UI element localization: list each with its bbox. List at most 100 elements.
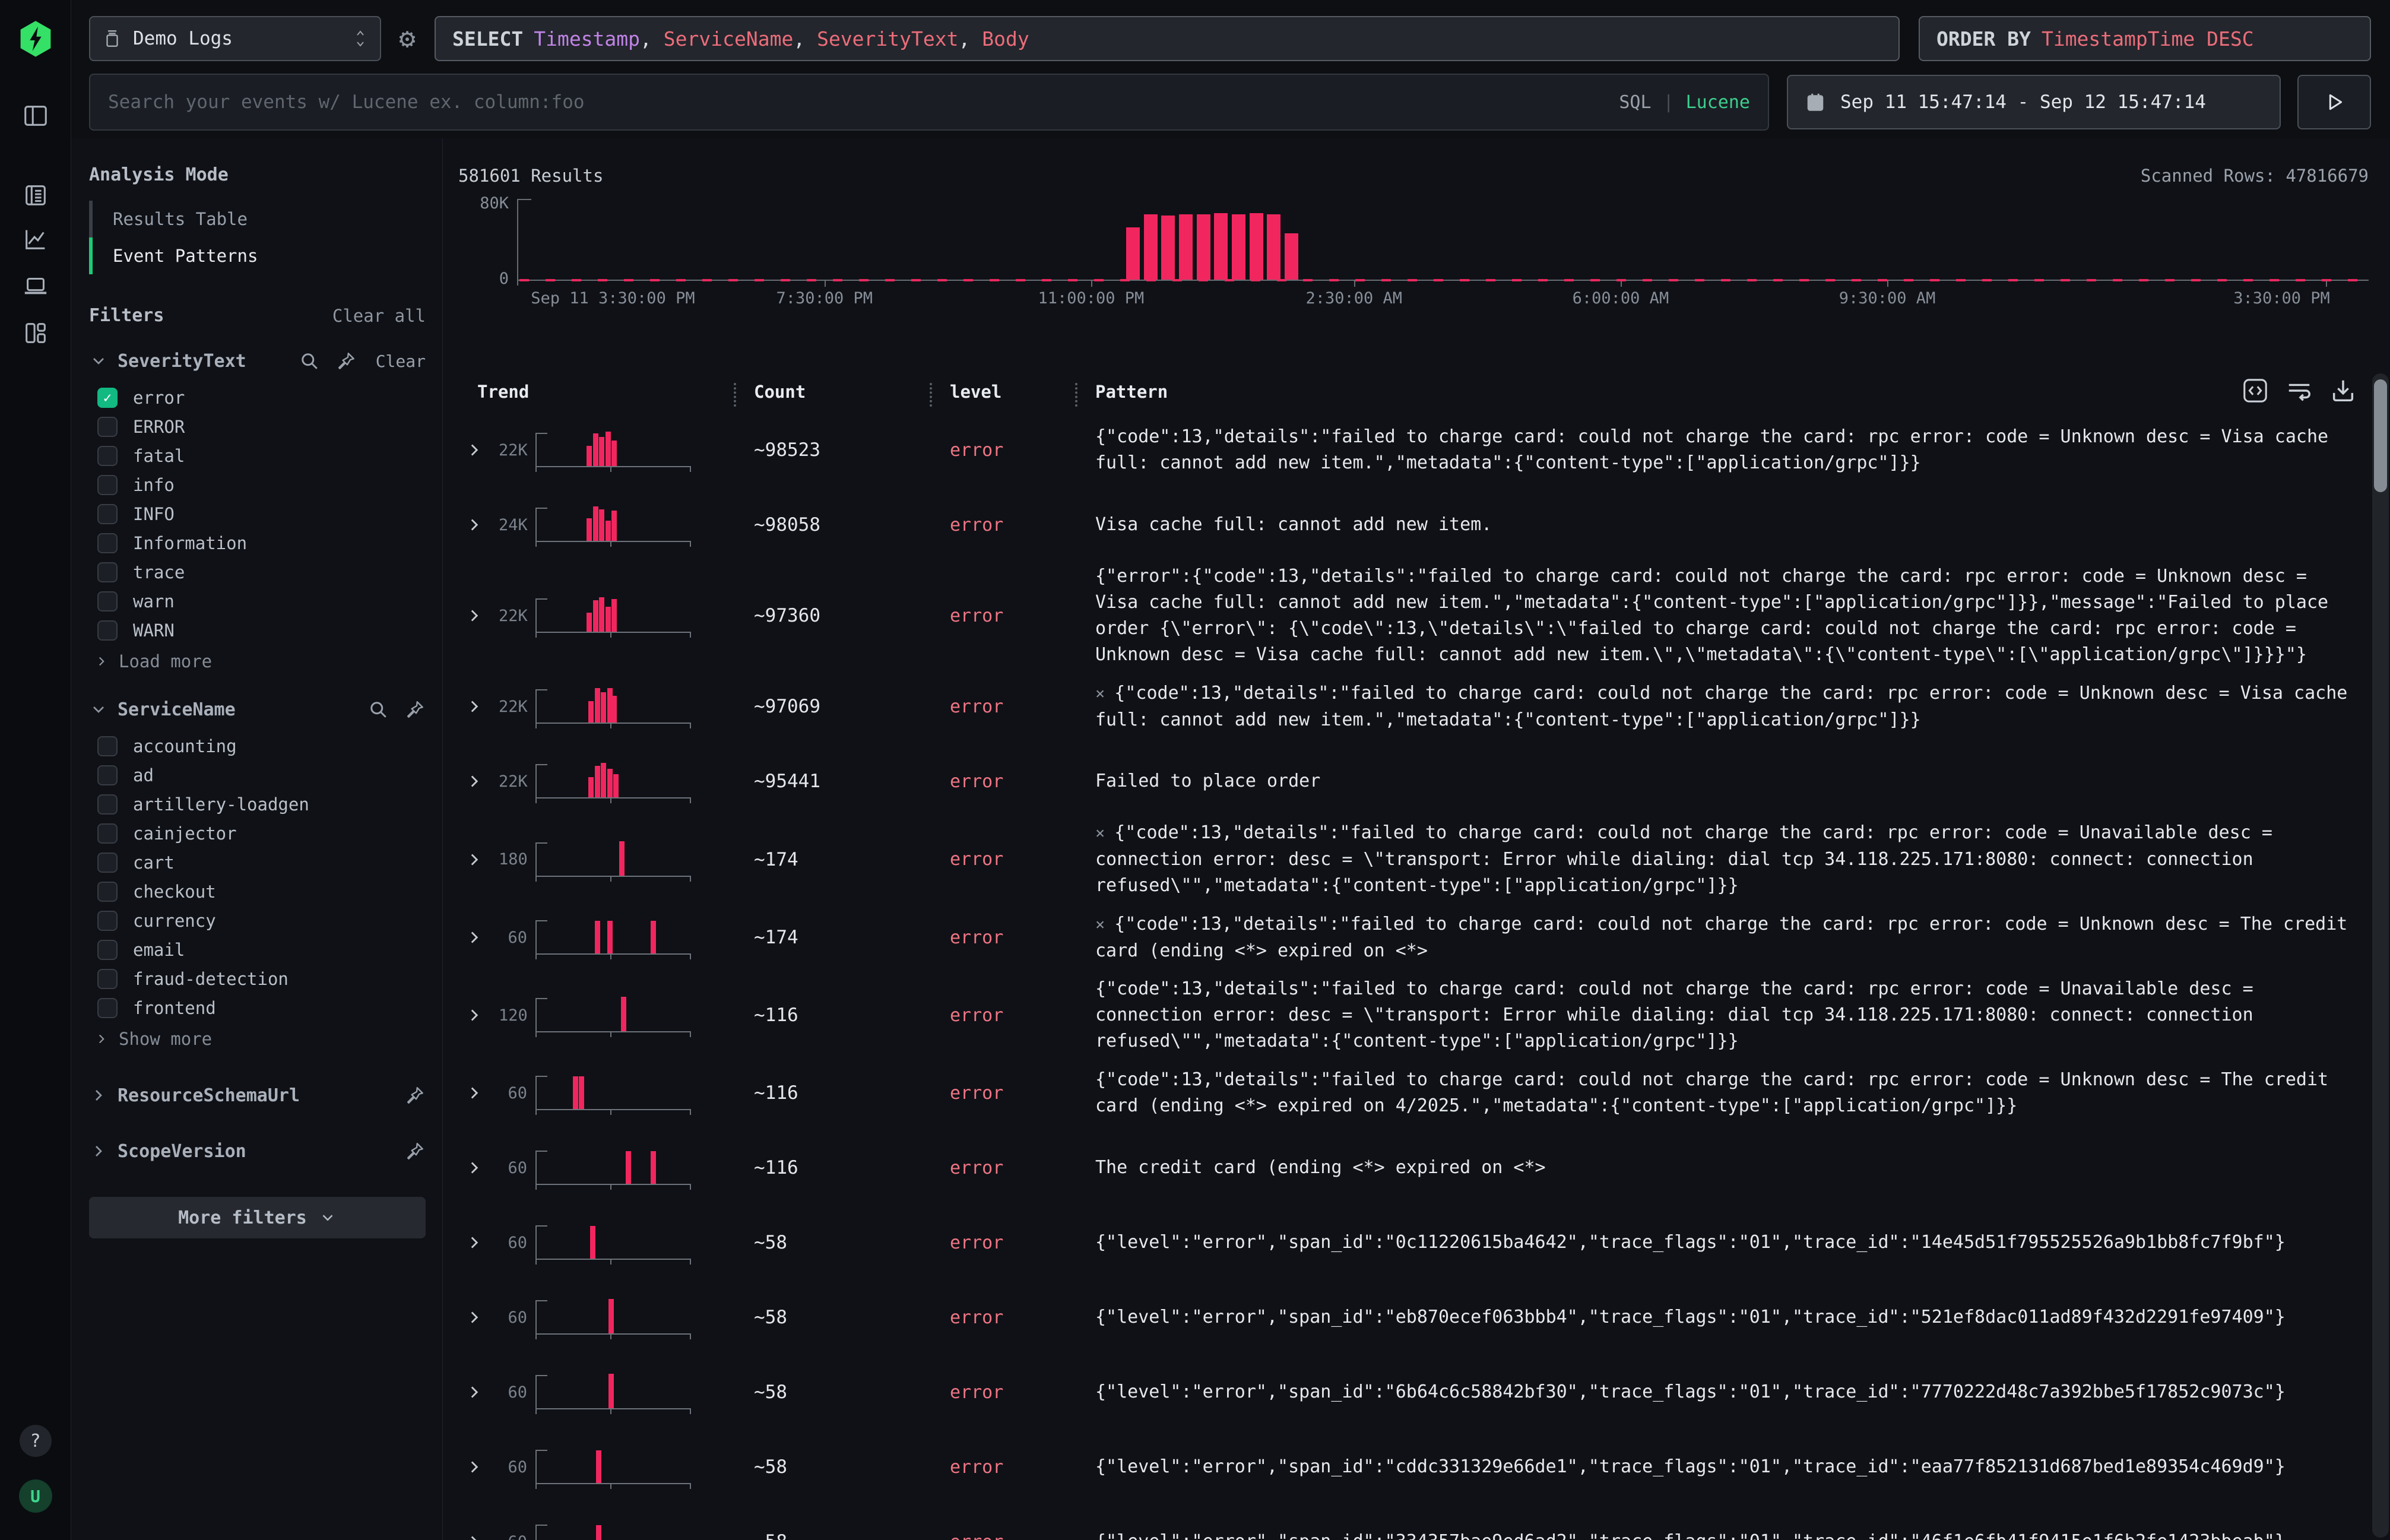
filter-option-error[interactable]: ✓error <box>89 383 426 412</box>
expand-row-icon[interactable] <box>464 850 484 870</box>
load-more-button[interactable]: Load more <box>89 648 426 674</box>
pattern-row[interactable]: 60~58error{"level":"error","span_id":"33… <box>443 1504 2366 1540</box>
pattern-row[interactable]: 120~116error{"code":13,"details":"failed… <box>443 975 2366 1056</box>
filter-group-header[interactable]: SeverityTextClear <box>89 348 426 373</box>
filter-option-currency[interactable]: currency <box>89 906 426 935</box>
expand-row-icon[interactable] <box>464 927 484 948</box>
filter-option-artillery-loadgen[interactable]: artillery-loadgen <box>89 790 426 819</box>
checkbox[interactable] <box>97 940 118 960</box>
pin-icon[interactable] <box>404 699 426 720</box>
pin-icon[interactable] <box>335 350 357 372</box>
more-filters-button[interactable]: More filters <box>89 1197 426 1238</box>
filter-option-error[interactable]: ERROR <box>89 412 426 441</box>
filter-option-info[interactable]: INFO <box>89 499 426 528</box>
pattern-row[interactable]: 180~174error×{"code":13,"details":"faile… <box>443 819 2366 900</box>
filter-option-info[interactable]: info <box>89 470 426 499</box>
filter-option-cainjector[interactable]: cainjector <box>89 819 426 848</box>
checkbox[interactable] <box>97 533 118 553</box>
filter-option-trace[interactable]: trace <box>89 557 426 587</box>
expand-row-icon[interactable] <box>464 515 484 535</box>
filter-option-checkout[interactable]: checkout <box>89 877 426 906</box>
dismiss-icon[interactable]: × <box>1095 685 1105 703</box>
clear-all-filters-button[interactable]: Clear all <box>332 306 426 326</box>
chart-icon[interactable] <box>22 226 49 253</box>
pattern-row[interactable]: 60~58error{"level":"error","span_id":"eb… <box>443 1280 2366 1355</box>
checkbox[interactable] <box>97 882 118 902</box>
filter-group-header[interactable]: ServiceName <box>89 697 426 722</box>
source-select[interactable]: Demo Logs <box>89 16 381 61</box>
show-more-button[interactable]: Show more <box>89 1026 426 1052</box>
filter-group-header[interactable]: ScopeVersion <box>89 1139 426 1164</box>
pin-icon[interactable] <box>404 1085 426 1106</box>
pattern-row[interactable]: 22K~97069error×{"code":13,"details":"fai… <box>443 669 2366 744</box>
expand-row-icon[interactable] <box>464 1307 484 1327</box>
logs-icon[interactable] <box>22 182 49 209</box>
search-icon[interactable] <box>367 699 389 720</box>
mode-sql-toggle[interactable]: SQL <box>1619 92 1651 113</box>
search-icon[interactable] <box>299 350 320 372</box>
checkbox[interactable] <box>97 417 118 437</box>
checkbox[interactable] <box>97 446 118 466</box>
dashboards-icon[interactable] <box>22 319 49 347</box>
checkbox[interactable] <box>97 823 118 844</box>
sidebar-toggle-icon[interactable] <box>22 102 49 129</box>
checkbox[interactable] <box>97 794 118 815</box>
chevron-down-icon[interactable] <box>89 351 108 370</box>
filter-group-header[interactable]: ResourceSchemaUrl <box>89 1083 426 1108</box>
pattern-row[interactable]: 24K~98058errorVisa cache full: cannot ad… <box>443 487 2366 562</box>
checkbox[interactable] <box>97 736 118 756</box>
expand-row-icon[interactable] <box>464 440 484 460</box>
app-logo-icon[interactable] <box>18 20 53 58</box>
checkbox[interactable] <box>97 998 118 1018</box>
pattern-row[interactable]: 60~58error{"level":"error","span_id":"0c… <box>443 1205 2366 1280</box>
filter-option-warn[interactable]: warn <box>89 587 426 616</box>
pattern-row[interactable]: 60~116error{"code":13,"details":"failed … <box>443 1056 2366 1130</box>
expand-row-icon[interactable] <box>464 771 484 791</box>
events-histogram[interactable]: 80K 0 Sep 11 3:30:00 PM7:30:00 PM11:00:0… <box>517 199 2369 281</box>
clear-filter-button[interactable]: Clear <box>376 351 426 371</box>
select-query-input[interactable]: SELECTTimestamp, ServiceName, SeverityTe… <box>435 16 1900 61</box>
column-header-count[interactable]: Count <box>754 382 950 402</box>
filter-option-accounting[interactable]: accounting <box>89 731 426 761</box>
filter-option-cart[interactable]: cart <box>89 848 426 877</box>
checkbox[interactable] <box>97 591 118 611</box>
chevron-down-icon[interactable] <box>89 700 108 719</box>
filter-option-ad[interactable]: ad <box>89 761 426 790</box>
expand-row-icon[interactable] <box>464 1532 484 1540</box>
pattern-row[interactable]: 60~116errorThe credit card (ending <*> e… <box>443 1130 2366 1205</box>
pin-icon[interactable] <box>404 1140 426 1162</box>
filter-option-fatal[interactable]: fatal <box>89 441 426 470</box>
chevron-right-icon[interactable] <box>89 1142 108 1161</box>
filter-option-email[interactable]: email <box>89 935 426 964</box>
checkbox[interactable] <box>97 475 118 495</box>
run-query-button[interactable] <box>2297 75 2371 129</box>
dismiss-icon[interactable]: × <box>1095 915 1105 934</box>
analysis-mode-option-results-table[interactable]: Results Table <box>89 201 426 237</box>
download-icon[interactable] <box>2329 377 2357 404</box>
column-header-level[interactable]: level <box>950 382 1095 402</box>
time-range-picker[interactable]: Sep 11 15:47:14 - Sep 12 15:47:14 <box>1787 75 2281 129</box>
dismiss-icon[interactable]: × <box>1095 824 1105 842</box>
checkbox[interactable]: ✓ <box>97 388 118 408</box>
column-header-pattern[interactable]: Pattern <box>1095 382 2366 402</box>
wrap-lines-icon[interactable] <box>2286 377 2313 404</box>
checkbox[interactable] <box>97 853 118 873</box>
pattern-row[interactable]: 22K~95441errorFailed to place order <box>443 744 2366 819</box>
filter-option-frontend[interactable]: frontend <box>89 993 426 1022</box>
scrollbar-thumb[interactable] <box>2374 379 2387 492</box>
order-by-input[interactable]: ORDER BY TimestampTime DESC <box>1919 16 2371 61</box>
checkbox[interactable] <box>97 562 118 582</box>
search-input[interactable] <box>108 91 1619 113</box>
pattern-row[interactable]: 22K~97360error{"error":{"code":13,"detai… <box>443 562 2366 669</box>
expand-row-icon[interactable] <box>464 1083 484 1103</box>
pattern-row[interactable]: 60~58error{"level":"error","span_id":"6b… <box>443 1355 2366 1430</box>
checkbox[interactable] <box>97 911 118 931</box>
avatar[interactable]: U <box>19 1479 52 1513</box>
expand-row-icon[interactable] <box>464 1382 484 1402</box>
vertical-scrollbar[interactable] <box>2372 373 2389 1538</box>
pattern-row[interactable]: 60~58error{"level":"error","span_id":"cd… <box>443 1430 2366 1504</box>
view-source-icon[interactable] <box>2242 377 2269 404</box>
filter-option-fraud-detection[interactable]: fraud-detection <box>89 964 426 993</box>
expand-row-icon[interactable] <box>464 606 484 626</box>
checkbox[interactable] <box>97 620 118 641</box>
